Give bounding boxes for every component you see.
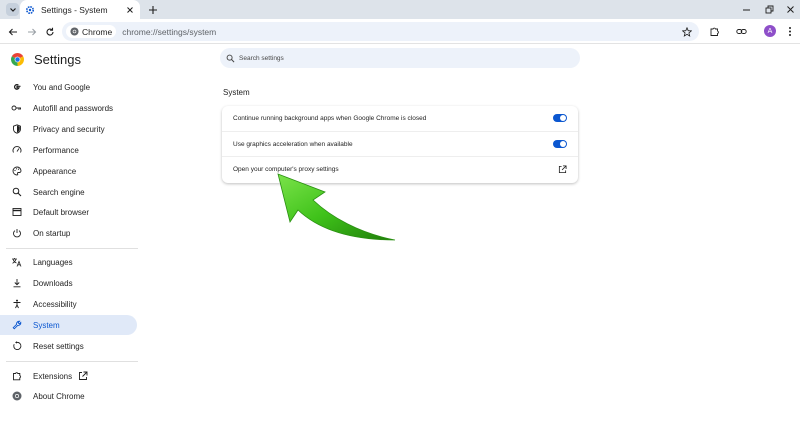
bookmark-star-icon[interactable] [680, 25, 693, 38]
url-text: chrome://settings/system [122, 26, 217, 37]
accessibility-icon [11, 299, 22, 310]
tab-strip: Settings - System [0, 0, 800, 19]
open-in-new-icon [78, 371, 88, 381]
toggle-knob [560, 115, 566, 121]
tab-title: Settings - System [41, 4, 108, 15]
puzzle-icon [11, 371, 22, 382]
extensions-puzzle-icon[interactable] [708, 25, 721, 38]
shield-icon [11, 124, 22, 135]
toggle-knob [560, 141, 566, 147]
browser-window-icon [11, 207, 22, 218]
sidebar-item-reset-settings[interactable]: Reset settings [0, 336, 137, 356]
sidebar-item-label: Privacy and security [33, 124, 105, 134]
sidebar-item-autofill[interactable]: Autofill and passwords [0, 98, 137, 118]
translate-icon [11, 257, 22, 268]
reload-button[interactable] [43, 25, 56, 38]
sidebar-item-label: Accessibility [33, 299, 77, 309]
sidebar-item-performance[interactable]: Performance [0, 140, 137, 160]
sidebar-item-label: Search engine [33, 187, 85, 197]
restore-button[interactable] [764, 4, 775, 15]
sidebar-item-on-startup[interactable]: On startup [0, 223, 137, 243]
section-title: System [223, 88, 250, 97]
chrome-logo-icon [70, 27, 79, 36]
restore-icon [765, 5, 774, 14]
address-bar[interactable]: Chrome chrome://settings/system [62, 22, 699, 41]
key-icon [11, 103, 22, 114]
external-link-icon[interactable] [558, 165, 567, 174]
sidebar-item-downloads[interactable]: Downloads [0, 273, 137, 293]
reset-icon [11, 341, 22, 352]
sidebar-item-search-engine[interactable]: Search engine [0, 182, 137, 202]
chrome-logo-icon [11, 53, 24, 66]
sidebar-item-label: Reset settings [33, 341, 84, 351]
reload-icon [45, 27, 54, 36]
setting-label: Continue running background apps when Go… [233, 115, 427, 122]
sidebar-item-languages[interactable]: Languages [0, 252, 137, 272]
back-button[interactable] [6, 25, 19, 38]
search-icon [11, 187, 22, 198]
graphics-acceleration-toggle[interactable] [553, 140, 567, 148]
site-info-chip[interactable]: Chrome [66, 25, 117, 38]
settings-brand: Settings [11, 52, 81, 67]
sidebar-item-you-and-google[interactable]: You and Google [0, 77, 137, 97]
sidebar-item-label: You and Google [33, 82, 91, 92]
link-icon[interactable] [735, 25, 748, 38]
arrow-right-icon [27, 28, 36, 35]
sidebar-item-label: System [33, 320, 60, 330]
minimize-icon [743, 9, 750, 11]
sidebar-item-system[interactable]: System [0, 315, 137, 335]
sidebar-item-label: Downloads [33, 278, 73, 288]
more-menu-icon[interactable] [783, 25, 796, 38]
green-pointer-arrow-icon [277, 173, 396, 241]
download-icon [11, 278, 22, 289]
google-g-icon [11, 82, 22, 93]
profile-avatar[interactable]: A [764, 25, 776, 37]
sidebar-item-accessibility[interactable]: Accessibility [0, 294, 137, 314]
sidebar-item-label: Languages [33, 257, 73, 267]
forward-button[interactable] [25, 25, 38, 38]
power-icon [11, 228, 22, 239]
sidebar-item-label: Default browser [33, 207, 90, 217]
page-title: Settings [34, 52, 81, 67]
sidebar-item-label: About Chrome [33, 391, 85, 401]
chrome-logo-icon [11, 391, 22, 402]
active-tab[interactable]: Settings - System [20, 0, 140, 19]
sidebar-item-label: Performance [33, 145, 79, 155]
minimize-button[interactable] [741, 4, 752, 15]
sidebar-item-label: Extensions [33, 371, 73, 381]
sidebar-item-privacy[interactable]: Privacy and security [0, 119, 137, 139]
wrench-icon [11, 320, 22, 331]
arrow-left-icon [8, 28, 17, 35]
sidebar-item-appearance[interactable]: Appearance [0, 161, 137, 181]
setting-label: Use graphics acceleration when available [233, 140, 353, 148]
sidebar-item-label: Autofill and passwords [33, 103, 114, 113]
sidebar-item-about-chrome[interactable]: About Chrome [0, 386, 137, 406]
settings-gear-icon [25, 5, 35, 15]
sidebar-divider [6, 361, 138, 362]
sidebar-divider [6, 248, 138, 249]
sidebar-item-extensions[interactable]: Extensions [0, 366, 137, 386]
sidebar-item-label: Appearance [33, 166, 77, 176]
close-tab-icon[interactable] [125, 5, 135, 15]
plus-icon [148, 5, 157, 14]
chevron-down-icon [9, 7, 16, 12]
speedometer-icon [11, 145, 22, 156]
setting-row-background-apps: Continue running background apps when Go… [222, 106, 578, 131]
new-tab-button[interactable] [146, 3, 159, 16]
sidebar-item-default-browser[interactable]: Default browser [0, 202, 137, 222]
sidebar-item-label: On startup [33, 228, 71, 238]
close-window-button[interactable] [785, 4, 796, 15]
setting-row-graphics-acceleration: Use graphics acceleration when available [222, 131, 578, 156]
search-placeholder: Search settings [239, 54, 284, 62]
background-apps-toggle[interactable] [553, 114, 567, 122]
search-settings-input[interactable]: Search settings [220, 48, 580, 68]
tab-search-button[interactable] [6, 3, 19, 16]
close-icon [787, 6, 794, 13]
palette-icon [11, 166, 22, 177]
address-chip-label: Chrome [82, 26, 113, 37]
browser-toolbar: Chrome chrome://settings/system A [0, 19, 800, 44]
search-icon [226, 54, 235, 63]
